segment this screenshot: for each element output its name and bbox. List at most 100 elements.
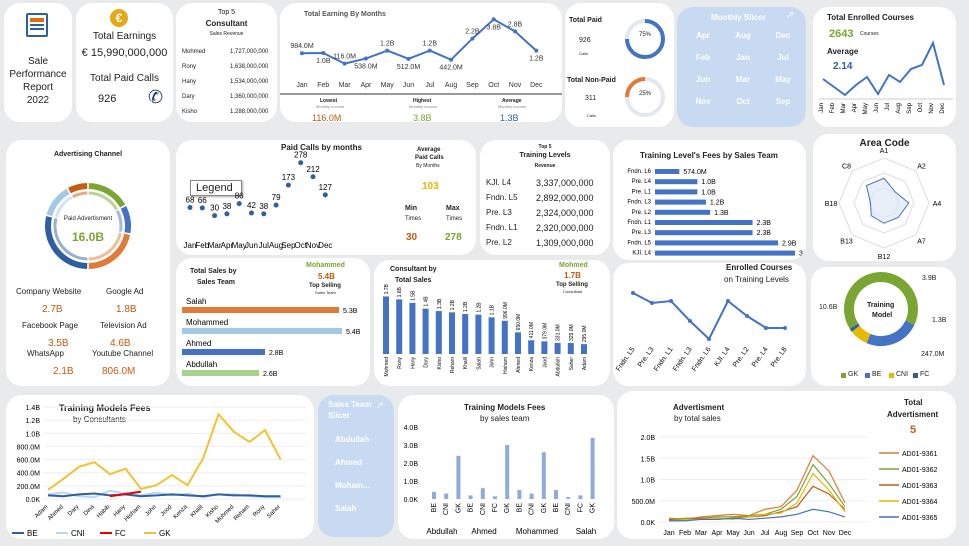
models-team-cat: CNI	[443, 503, 450, 515]
month-slicer-item[interactable]: Feb	[683, 53, 723, 62]
earning-month-label: Oct	[488, 82, 499, 89]
adv-month: Dec	[839, 530, 852, 537]
calls-point	[199, 205, 205, 211]
radar-shape	[865, 177, 910, 224]
consultant-bar-label: 1.2B	[450, 299, 456, 310]
paid-calls-label: Total Paid Calls	[90, 73, 159, 84]
sales-team-slicer[interactable]: Sales Team Slicer ↗ Abdullah Ahmed Moham..…	[318, 395, 394, 537]
month-slicer-item[interactable]: Sep	[763, 97, 803, 106]
consultant-bar-label: 329.0M	[569, 324, 575, 341]
models-by-consultant-card: Training Models Fees by Consultants 1.4B…	[6, 395, 314, 539]
report-title-card: Sale Performance Report 2022	[4, 3, 72, 122]
top5-level-value: 2,324,000,000	[536, 208, 594, 218]
area-code-card: Area Code A1 A2 A4 A7 B12 B13 B18 C8	[813, 134, 956, 261]
radar-label: A1	[880, 148, 889, 155]
calls-point	[224, 211, 230, 217]
month-slicer-item[interactable]: Jul	[763, 53, 803, 62]
month-slicer-item[interactable]: Apr	[683, 31, 723, 40]
top5-consultant-name: Rony	[182, 64, 197, 70]
earning-point	[321, 51, 326, 55]
sales-team-name: Salah	[186, 297, 206, 306]
consultant-bar	[435, 311, 442, 354]
models-team-ytick: 2.0B	[404, 461, 419, 468]
calls-month-label: Jun	[245, 241, 258, 250]
models-cons-legend-label: CNI	[71, 529, 85, 538]
consultant-bar	[515, 332, 521, 354]
consultant-bar-label: 1.6B	[397, 286, 403, 297]
models-cons-name: Khalil	[190, 504, 205, 519]
level-fee-label: 1.3B	[714, 210, 729, 217]
month-slicer-item[interactable]: Jan	[723, 53, 763, 62]
clear-filter-icon[interactable]: ↗	[786, 10, 794, 21]
earning-month-label: Sep	[466, 82, 479, 89]
models-team-bar	[493, 496, 497, 499]
models-team-group: Mohammed	[516, 527, 558, 536]
earning-point	[491, 17, 496, 22]
consultant-bar	[409, 302, 416, 354]
model-legend-swatch	[889, 373, 894, 378]
month-slicer-item[interactable]: Jun	[683, 75, 723, 84]
consultant-bar	[462, 314, 469, 354]
earning-point	[363, 56, 368, 61]
top5-consultant-name: Dary	[182, 94, 195, 100]
level-fee-bar	[655, 250, 795, 256]
min-value: 30	[406, 232, 418, 243]
calls-point-label: 66	[198, 196, 207, 205]
month-slicer-item[interactable]: May	[763, 75, 803, 84]
radar-label: C8	[842, 164, 851, 171]
level-fee-label: 1.0B	[701, 179, 716, 186]
earning-month-label: Feb	[317, 82, 329, 89]
report-icon	[26, 13, 48, 37]
consultant-name: Salah	[476, 357, 482, 370]
model-segment	[851, 325, 871, 344]
adv-series-line	[668, 463, 846, 521]
top5-title: Consultant	[205, 19, 248, 28]
month-slicer-item[interactable]: Oct	[723, 97, 763, 106]
models-cons-ytick: 800.0M	[17, 444, 41, 451]
team-slicer-item[interactable]: Abdullah	[335, 435, 395, 444]
consultant-name: Reham	[450, 357, 456, 373]
enrolled-level-name: Pre. L4	[751, 346, 770, 369]
title-line2: Performance	[9, 69, 67, 80]
enrolled-levels-point	[650, 301, 654, 305]
team-clear-filter-icon[interactable]: ↗	[376, 400, 384, 411]
adv-ytick: 0.0K	[641, 520, 656, 527]
enrolled-month: Mar	[841, 103, 847, 113]
max-value: 278	[445, 232, 462, 243]
monthly-slicer[interactable]: Monthly Slicer ↗ Apr Aug Dec Feb Jan Jul Jun Ma…	[677, 7, 806, 127]
calls-month-label: Jul	[259, 241, 269, 250]
consultant-name: Mohmed	[384, 357, 390, 377]
team-slicer-item[interactable]: Ahmed	[335, 458, 395, 467]
average-sub: Monthly Income	[498, 104, 527, 109]
enrolled-month: Apr	[852, 103, 858, 112]
models-by-team-card: Training Models Fees by sales team 4.0B 3…	[398, 395, 614, 539]
calls-point-label: 38	[259, 202, 268, 211]
month-slicer-item[interactable]: Nov	[683, 97, 723, 106]
adv-ytick: 1.0B	[641, 478, 656, 485]
sales-team-label: 5.3B	[343, 308, 358, 315]
level-fee-label: 2.3B	[757, 220, 772, 227]
models-team-group: Salah	[576, 527, 596, 536]
month-slicer-item[interactable]: Aug	[723, 31, 763, 40]
area-code-radar: A1 A2 A4 A7 B12 B13 B18 C8	[825, 148, 942, 261]
adv-month: Oct	[808, 530, 819, 537]
average-value: 1.3B	[500, 113, 519, 122]
model-segment	[866, 320, 915, 346]
models-team-cat: CNI	[480, 503, 487, 515]
models-cons-ytick: 0.0K	[26, 497, 41, 504]
adv-ytick: 2.0B	[641, 435, 656, 442]
sales-team-label: 5.4B	[346, 329, 361, 336]
team-slicer-item[interactable]: Salah	[335, 504, 395, 513]
team-slicer-item[interactable]: Moham...	[335, 481, 395, 490]
month-slicer-item[interactable]: Mar	[723, 75, 763, 84]
level-fee-name: Pre. L2	[632, 210, 652, 216]
calls-point	[273, 202, 279, 208]
radar-label: B13	[840, 238, 853, 245]
advertisment-line-chart: 2.0B 1.5B 1.0B 500.0M 0.0K Jan Feb Mar Apr May Jun…	[632, 435, 938, 537]
month-slicer-item[interactable]: Dec	[763, 31, 803, 40]
models-team-bar	[529, 493, 534, 499]
top5-level-name: Pre. L2	[486, 238, 512, 247]
paid-calls-value: 926	[98, 93, 117, 105]
calls-point-label: 42	[247, 201, 256, 210]
avg-calls-value: 103	[422, 181, 439, 192]
